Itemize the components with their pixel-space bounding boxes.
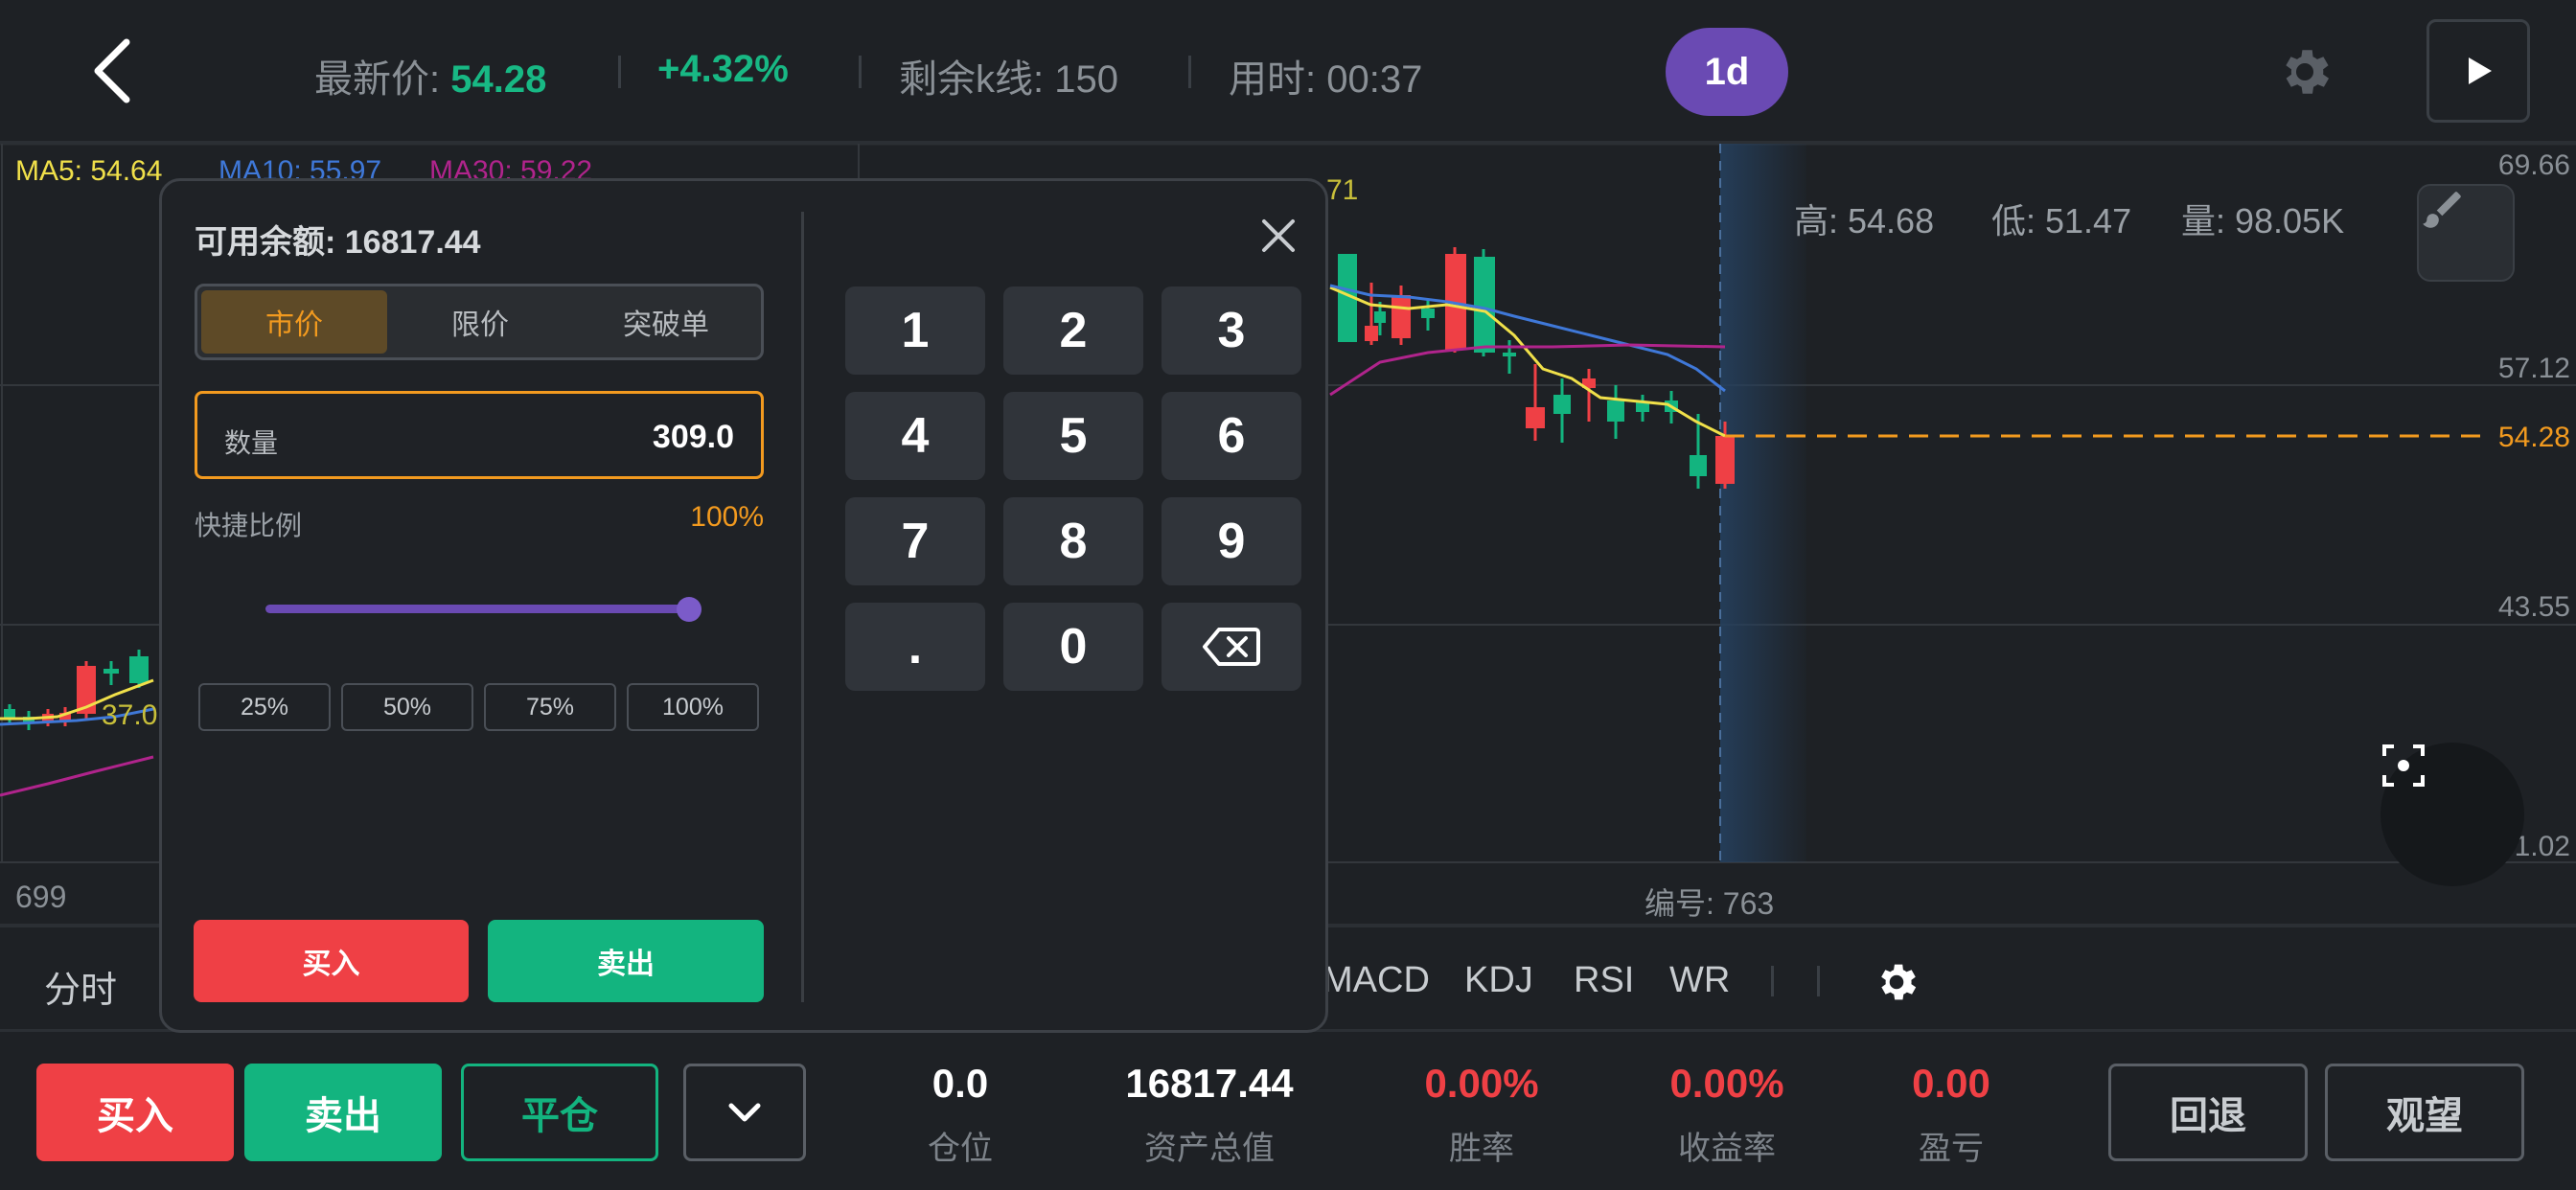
- right-candles: [1329, 247, 1735, 489]
- position-label: 仓位: [928, 1131, 993, 1167]
- timeframe-button[interactable]: 1d: [1666, 28, 1788, 116]
- available-balance: 可用余额: 16817.44: [195, 224, 481, 261]
- tab-divider: [1771, 966, 1774, 996]
- quantity-value: 309.0: [652, 419, 734, 455]
- quantity-input[interactable]: 数量 309.0: [195, 391, 764, 479]
- more-dropdown[interactable]: [683, 1064, 806, 1161]
- win-rate-value: 0.00%: [1424, 1061, 1539, 1106]
- preset-25-button[interactable]: 25%: [198, 683, 331, 731]
- order-type-market[interactable]: 市价: [201, 290, 387, 354]
- focus-button[interactable]: [2380, 743, 2524, 886]
- keypad-5[interactable]: 5: [1003, 392, 1143, 480]
- header-divider: [1188, 56, 1191, 88]
- preset-75-button[interactable]: 75%: [484, 683, 616, 731]
- y-axis-label: 43.55: [2497, 591, 2570, 623]
- back-icon[interactable]: [79, 33, 146, 109]
- keypad-1[interactable]: 1: [845, 286, 985, 375]
- price-change: +4.32%: [657, 48, 789, 90]
- position-value: 0.0: [932, 1061, 989, 1106]
- return-rate-value: 0.00%: [1669, 1061, 1784, 1106]
- pnl-value: 0.00: [1912, 1061, 1990, 1106]
- low-label: 37.0: [102, 699, 158, 731]
- bottom-bar: 买入 卖出 平仓 0.0 仓位 16817.44 资产总值 0.00% 胜率 0…: [0, 1032, 2576, 1190]
- rewind-button[interactable]: 回退: [2108, 1064, 2308, 1161]
- gear-icon[interactable]: [2275, 42, 2334, 102]
- total-assets-value: 16817.44: [1125, 1061, 1294, 1106]
- play-icon: [2469, 57, 2492, 84]
- close-icon[interactable]: [1254, 212, 1302, 260]
- focus-icon: [2382, 744, 2425, 787]
- keypad-9[interactable]: 9: [1162, 497, 1301, 585]
- quick-ratio-value: 100%: [690, 501, 764, 533]
- total-assets-label: 资产总值: [1144, 1131, 1275, 1167]
- current-price-label: 54.28: [2497, 422, 2570, 453]
- ratio-slider[interactable]: [265, 605, 683, 613]
- tab-time-share[interactable]: 分时: [44, 960, 117, 1013]
- quick-ratio-label: 快捷比例: [195, 511, 303, 540]
- tab-wr[interactable]: WR: [1669, 960, 1730, 1001]
- order-type-breakout[interactable]: 突破单: [573, 290, 759, 354]
- keypad-8[interactable]: 8: [1003, 497, 1143, 585]
- bar-index: 编号: 763: [1644, 886, 1775, 921]
- win-rate-label: 胜率: [1449, 1131, 1514, 1167]
- brush-icon: [2423, 192, 2461, 228]
- keypad-6[interactable]: 6: [1162, 392, 1301, 480]
- latest-price: 最新价: 54.28: [314, 58, 547, 101]
- keypad-backspace[interactable]: [1162, 603, 1301, 691]
- tab-kdj[interactable]: KDJ: [1464, 960, 1533, 1001]
- buy-button[interactable]: 买入: [36, 1064, 234, 1161]
- left-index: 699: [15, 880, 67, 914]
- chevron-down-icon: [728, 1103, 761, 1122]
- play-button[interactable]: [2426, 19, 2530, 123]
- keypad-3[interactable]: 3: [1162, 286, 1301, 375]
- close-position-button[interactable]: 平仓: [461, 1064, 658, 1161]
- draw-tool-button[interactable]: [2417, 184, 2515, 282]
- preset-50-button[interactable]: 50%: [341, 683, 473, 731]
- backspace-icon: [1203, 628, 1260, 666]
- header-divider: [859, 56, 862, 88]
- tab-macd[interactable]: MACD: [1322, 960, 1430, 1001]
- y-axis-label: 57.12: [2497, 353, 2570, 384]
- keypad-7[interactable]: 7: [845, 497, 985, 585]
- watch-button[interactable]: 观望: [2325, 1064, 2524, 1161]
- header-divider: [618, 56, 621, 88]
- peak-label: 71: [1326, 174, 1359, 206]
- pnl-label: 盈亏: [1919, 1131, 1984, 1167]
- y-axis-label: 69.66: [2497, 149, 2570, 181]
- order-dialog: 可用余额: 16817.44 市价 限价 突破单 数量 309.0 快捷比例 1…: [159, 178, 1328, 1033]
- ma5-legend: MA5: 54.64: [15, 155, 163, 187]
- low-info: 低: 51.47: [1991, 201, 2132, 240]
- dialog-sell-button[interactable]: 卖出: [488, 920, 764, 1002]
- sell-button[interactable]: 卖出: [244, 1064, 442, 1161]
- ratio-slider-handle[interactable]: [677, 597, 702, 622]
- keypad-dot[interactable]: .: [845, 603, 985, 691]
- tab-divider: [1817, 966, 1820, 996]
- keypad-2[interactable]: 2: [1003, 286, 1143, 375]
- dialog-divider: [801, 212, 804, 1002]
- order-type-limit[interactable]: 限价: [387, 290, 573, 354]
- dialog-buy-button[interactable]: 买入: [194, 920, 469, 1002]
- top-bar: 最新价: 54.28 +4.32% 剩余k线: 150 用时: 00:37 1d: [0, 0, 2576, 144]
- high-info: 高: 54.68: [1794, 201, 1935, 240]
- remaining-bars: 剩余k线: 150: [899, 58, 1118, 101]
- quantity-label: 数量: [224, 428, 279, 458]
- volume-info: 量: 98.05K: [2181, 201, 2345, 240]
- elapsed-time: 用时: 00:37: [1229, 58, 1423, 101]
- keypad-4[interactable]: 4: [845, 392, 985, 480]
- preset-100-button[interactable]: 100%: [627, 683, 759, 731]
- keypad-0[interactable]: 0: [1003, 603, 1143, 691]
- return-rate-label: 收益率: [1678, 1131, 1776, 1167]
- tab-rsi[interactable]: RSI: [1574, 960, 1634, 1001]
- order-type-selector: 市价 限价 突破单: [195, 284, 764, 360]
- gear-icon[interactable]: [1873, 958, 1920, 1006]
